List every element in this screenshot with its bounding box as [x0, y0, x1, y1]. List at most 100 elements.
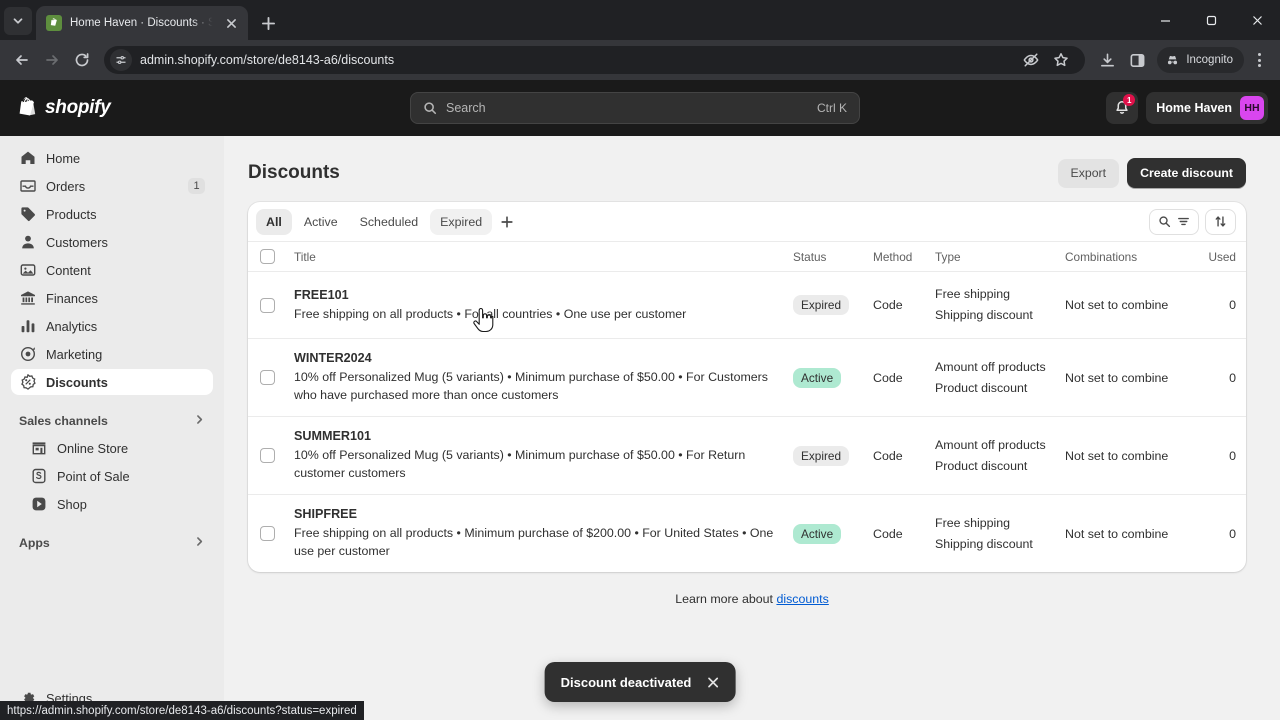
tracking-protection-eye-icon[interactable] [1017, 46, 1045, 74]
sidebar-item-products[interactable]: Products [11, 201, 213, 227]
tab-close-icon[interactable] [222, 14, 240, 32]
status-badge: Active [793, 367, 842, 388]
export-button[interactable]: Export [1057, 158, 1120, 188]
browser-tab-title: Home Haven · Discounts · Shop [70, 17, 214, 29]
topbar-right: 1 Home Haven HH [1106, 92, 1268, 124]
sidebar-item-finances[interactable]: Finances [11, 285, 213, 311]
table-row[interactable]: SUMMER101 10% off Personalized Mug (5 va… [248, 417, 1246, 495]
row-status-cell: Expired [793, 445, 873, 466]
maximize-icon[interactable] [1188, 0, 1234, 40]
tab-expired[interactable]: Expired [430, 208, 493, 235]
back-icon[interactable] [8, 46, 36, 74]
row-checkbox[interactable] [260, 370, 275, 385]
sidebar-item-label: Online Store [57, 440, 129, 456]
browser-menu-icon[interactable] [1246, 46, 1272, 74]
finances-bank-icon [19, 290, 36, 307]
row-checkbox[interactable] [260, 526, 275, 541]
row-type-cell: Free shipping Shipping discount [935, 284, 1065, 326]
table-row[interactable]: WINTER2024 10% off Personalized Mug (5 v… [248, 339, 1246, 417]
type-secondary: Shipping discount [935, 308, 1033, 322]
close-icon[interactable] [703, 672, 723, 692]
add-view-icon[interactable] [494, 209, 520, 235]
tab-active[interactable]: Active [294, 209, 348, 235]
address-bar[interactable]: admin.shopify.com/store/de8143-a6/discou… [104, 46, 1086, 74]
row-used-cell: 0 [1229, 448, 1236, 463]
tab-search-chevron-icon[interactable] [4, 7, 32, 35]
notifications-button[interactable]: 1 [1106, 92, 1139, 124]
sidebar-item-point-of-sale[interactable]: Point of Sale [22, 463, 213, 489]
apps-label: Apps [19, 536, 50, 550]
sidebar-item-customers[interactable]: Customers [11, 229, 213, 255]
sales-channels-section-header[interactable]: Sales channels [0, 408, 224, 434]
filter-tabs: All Active Scheduled Expired [248, 202, 1246, 242]
row-combinations-cell: Not set to combine [1065, 298, 1169, 312]
store-menu-button[interactable]: Home Haven HH [1146, 92, 1268, 124]
new-tab-button[interactable] [254, 9, 282, 37]
learn-more-prefix: Learn more about [675, 592, 777, 606]
incognito-label: Incognito [1186, 54, 1233, 66]
sidebar-item-label: Marketing [46, 346, 103, 362]
table-row[interactable]: FREE101 Free shipping on all products • … [248, 272, 1246, 339]
global-search-input[interactable]: Search Ctrl K [410, 92, 860, 124]
customers-person-icon [19, 234, 36, 251]
sidebar-item-content[interactable]: Content [11, 257, 213, 283]
sidebar-item-analytics[interactable]: Analytics [11, 313, 213, 339]
sales-channels-label: Sales channels [19, 414, 108, 428]
discount-description: Free shipping on all products • Minimum … [294, 526, 774, 558]
close-window-icon[interactable] [1234, 0, 1280, 40]
sidebar-item-shop[interactable]: Shop [22, 491, 213, 517]
row-title-cell: FREE101 Free shipping on all products • … [275, 288, 793, 323]
sidebar-item-orders[interactable]: Orders 1 [11, 173, 213, 199]
select-all-checkbox[interactable] [260, 249, 275, 264]
table-tools [1149, 208, 1236, 235]
apps-section-header[interactable]: Apps [0, 530, 224, 556]
create-discount-button[interactable]: Create discount [1127, 158, 1246, 188]
orders-icon [19, 178, 36, 195]
forward-icon [38, 46, 66, 74]
sidebar-item-discounts[interactable]: Discounts [11, 369, 213, 395]
sidebar-item-marketing[interactable]: Marketing [11, 341, 213, 367]
discount-code: FREE101 [294, 287, 349, 302]
shopify-topbar: shopify Search Ctrl K 1 Home Haven HH [0, 80, 1280, 136]
site-settings-icon[interactable] [110, 49, 132, 71]
sidebar-item-label: Content [46, 262, 91, 278]
browser-tabstrip: Home Haven · Discounts · Shop [0, 0, 1280, 40]
status-badge: Expired [793, 445, 849, 466]
storefront-icon [30, 440, 47, 457]
column-header-method: Method [873, 249, 913, 264]
column-header-status: Status [793, 249, 827, 264]
browser-tab[interactable]: Home Haven · Discounts · Shop [36, 6, 248, 40]
tab-all[interactable]: All [256, 208, 292, 235]
shopify-logo[interactable]: shopify [16, 96, 196, 120]
sidebar-item-home[interactable]: Home [11, 145, 213, 171]
discounts-help-link[interactable]: discounts [776, 592, 828, 606]
discounts-percent-icon [19, 374, 36, 391]
row-checkbox[interactable] [260, 297, 275, 313]
type-primary: Free shipping [935, 287, 1011, 301]
shop-icon [30, 496, 47, 513]
discount-description: 10% off Personalized Mug (5 variants) • … [294, 448, 746, 480]
tab-scheduled[interactable]: Scheduled [350, 209, 429, 235]
bookmark-star-icon[interactable] [1047, 46, 1075, 74]
search-and-filter-button[interactable] [1149, 208, 1199, 235]
discount-description: 10% off Personalized Mug (5 variants) • … [294, 370, 768, 402]
chevron-right-icon [194, 536, 205, 550]
row-used-cell: 0 [1229, 370, 1236, 385]
incognito-indicator[interactable]: Incognito [1157, 47, 1244, 73]
column-header-type: Type [935, 249, 961, 264]
sidebar-item-online-store[interactable]: Online Store [22, 435, 213, 461]
sort-button[interactable] [1205, 208, 1236, 235]
analytics-bars-icon [19, 318, 36, 335]
type-primary: Amount off products [935, 437, 1046, 452]
minimize-icon[interactable] [1142, 0, 1188, 40]
downloads-icon[interactable] [1093, 46, 1121, 74]
table-row[interactable]: SHIPFREE Free shipping on all products •… [248, 495, 1246, 572]
reload-icon[interactable] [68, 46, 96, 74]
marketing-megaphone-icon [19, 346, 36, 363]
page-header: Discounts Export Create discount [224, 136, 1280, 202]
row-checkbox[interactable] [260, 448, 275, 463]
browser-window: Home Haven · Discounts · Shop [0, 0, 1280, 720]
row-title-cell: SHIPFREE Free shipping on all products •… [275, 507, 793, 560]
status-badge: Active [793, 523, 842, 544]
side-panel-icon[interactable] [1123, 46, 1151, 74]
